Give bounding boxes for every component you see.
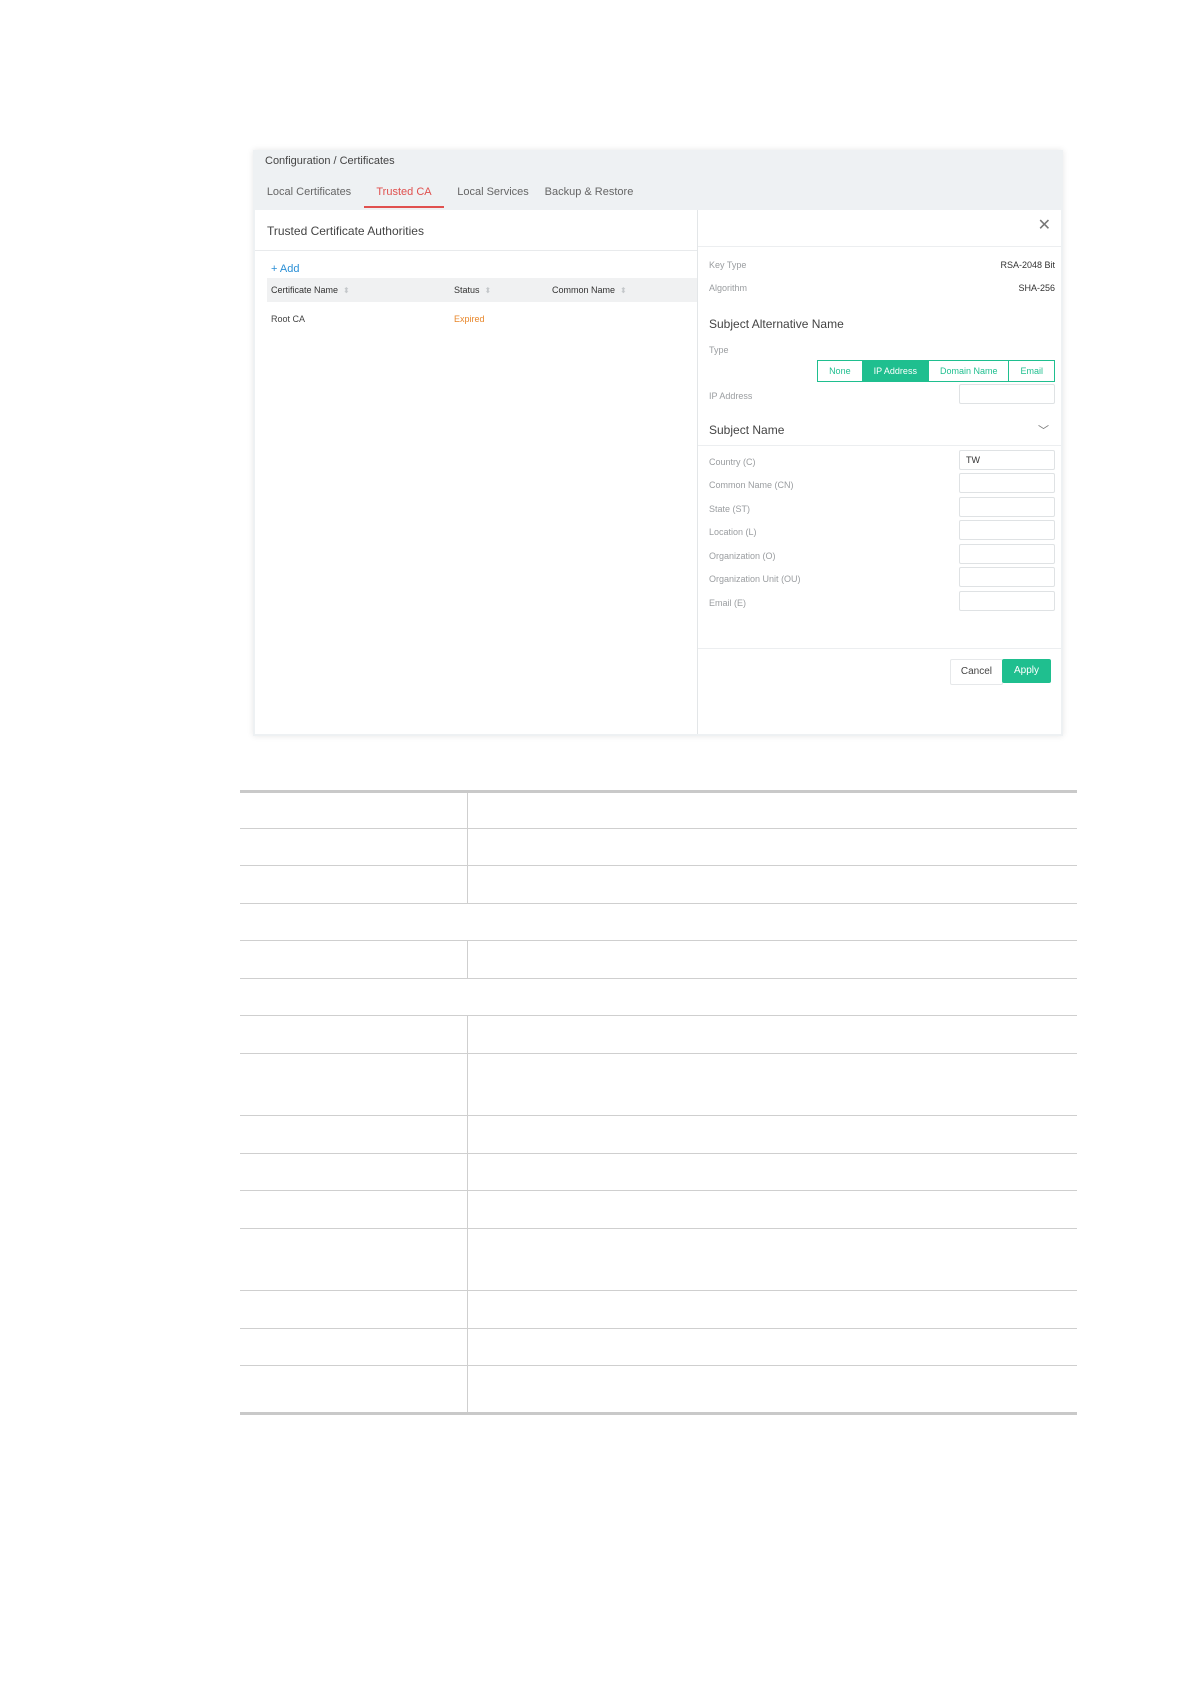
screenshot-frame: Configuration / Certificates Local Certi… (253, 150, 1063, 736)
sort-icon: ⬍ (620, 286, 627, 295)
table-bottom-border (240, 1412, 1077, 1415)
tab-bar: Local Certificates Trusted CA Local Serv… (253, 178, 1063, 208)
tab-local-services[interactable]: Local Services (455, 178, 531, 206)
field-label-hint: (L) (745, 527, 757, 537)
field-label-text: State (709, 504, 731, 514)
table-row-divider (240, 1228, 1077, 1229)
field-label-organization-unit: Organization Unit (OU) (709, 574, 801, 584)
panel-title: Trusted Certificate Authorities (267, 224, 424, 238)
ip-address-input[interactable] (959, 384, 1055, 404)
ip-address-label: IP Address (709, 391, 753, 401)
table-row-divider (240, 940, 1077, 941)
organization-input[interactable] (959, 544, 1055, 564)
chevron-down-icon[interactable]: ﹀ (1038, 422, 1049, 438)
column-divider (467, 793, 468, 903)
sort-icon: ⬍ (343, 286, 350, 295)
table-row-divider (240, 828, 1077, 829)
type-option-email[interactable]: Email (1009, 361, 1054, 381)
type-option-domain-name[interactable]: Domain Name (929, 361, 1010, 381)
table-row-divider (240, 1190, 1077, 1191)
sort-icon: ⬍ (484, 286, 492, 295)
table-row-divider (240, 1153, 1077, 1154)
cell-certificate-name: Root CA (271, 314, 306, 324)
column-label: Certificate Name (271, 285, 339, 295)
field-label-text: Email (709, 598, 732, 608)
field-label-country: Country (C) (709, 457, 756, 467)
column-label: Common Name (552, 285, 616, 295)
description-table (240, 790, 1077, 1415)
subject-name-section-title: Subject Name (709, 423, 785, 437)
country-input[interactable] (959, 450, 1055, 470)
table-row-divider (240, 1290, 1077, 1291)
algorithm-value: SHA-256 (1018, 283, 1055, 293)
field-label-text: Organization Unit (709, 574, 779, 584)
field-label-hint: (ST) (732, 504, 751, 514)
san-section-title: Subject Alternative Name (709, 317, 844, 331)
type-option-none[interactable]: None (818, 361, 863, 381)
column-label: Status (454, 285, 480, 295)
divider (255, 250, 697, 251)
key-type-label: Key Type (709, 260, 747, 270)
state-input[interactable] (959, 497, 1055, 517)
field-label-hint: (E) (734, 598, 747, 608)
apply-button[interactable]: Apply (1001, 659, 1051, 683)
key-type-value: RSA-2048 Bit (1000, 260, 1055, 270)
column-divider (467, 1015, 468, 1412)
field-label-location: Location (L) (709, 527, 757, 537)
trusted-ca-list-panel: Trusted Certificate Authorities + Add Ce… (255, 210, 698, 734)
status-badge: Expired (454, 314, 485, 324)
table-row-divider (240, 1328, 1077, 1329)
field-label-text: Common Name (709, 480, 773, 490)
add-button[interactable]: + Add (271, 263, 299, 275)
field-label-hint: (CN) (774, 480, 794, 490)
algorithm-label: Algorithm (709, 283, 748, 293)
table-row-divider (240, 903, 1077, 904)
location-input[interactable] (959, 520, 1055, 540)
common-name-input[interactable] (959, 473, 1055, 493)
divider (698, 445, 1061, 446)
table-row[interactable]: Root CA Expired (267, 308, 697, 330)
column-divider (467, 940, 468, 978)
breadcrumb: Configuration / Certificates (265, 155, 395, 167)
email-input[interactable] (959, 591, 1055, 611)
field-label-email: Email (E) (709, 598, 746, 608)
field-label-hint: (O) (762, 551, 776, 561)
field-label-text: Location (709, 527, 744, 537)
field-label-text: Country (709, 457, 741, 467)
field-label-organization: Organization (O) (709, 551, 776, 561)
tab-trusted-ca[interactable]: Trusted CA (364, 178, 444, 208)
type-label: Type (709, 345, 729, 355)
column-status[interactable]: Status ⬍ (454, 278, 491, 302)
cancel-button[interactable]: Cancel (949, 659, 1003, 685)
divider (698, 648, 1061, 649)
column-certificate-name[interactable]: Certificate Name ⬍ (271, 278, 350, 302)
field-label-common-name: Common Name (CN) (709, 480, 794, 490)
type-option-ip-address[interactable]: IP Address (862, 361, 929, 381)
table-row-divider (240, 1115, 1077, 1116)
san-type-selector: None IP Address Domain Name Email (817, 360, 1055, 382)
close-icon[interactable]: ✕ (1038, 218, 1051, 234)
column-common-name[interactable]: Common Name ⬍ (552, 278, 627, 302)
tab-backup-restore[interactable]: Backup & Restore (541, 178, 637, 206)
certificate-detail-panel: ✕ Key Type RSA-2048 Bit Algorithm SHA-25… (698, 210, 1061, 734)
table-header: Certificate Name ⬍ Status ⬍ Common Name ⬍ (267, 278, 697, 302)
field-label-hint: (OU) (781, 574, 801, 584)
field-label-hint: (C) (743, 457, 756, 467)
organization-unit-input[interactable] (959, 567, 1055, 587)
table-row-divider (240, 865, 1077, 866)
field-label-state: State (ST) (709, 504, 750, 514)
table-row-divider (240, 1015, 1077, 1016)
field-label-text: Organization (709, 551, 761, 561)
table-top-border (240, 790, 1077, 793)
table-row-divider (240, 1053, 1077, 1054)
tab-local-certificates[interactable]: Local Certificates (265, 178, 353, 206)
table-row-divider (240, 1365, 1077, 1366)
divider (698, 246, 1061, 247)
table-row-divider (240, 978, 1077, 979)
